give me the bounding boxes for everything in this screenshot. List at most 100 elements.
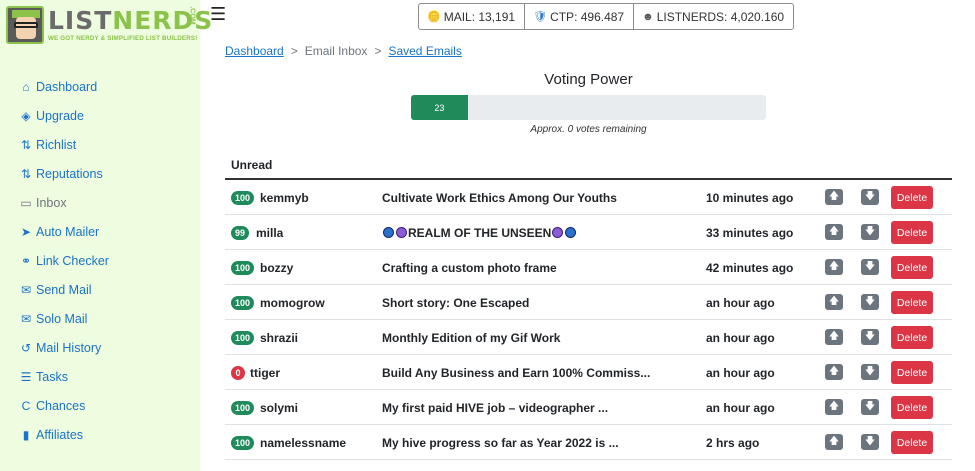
breadcrumb-dashboard[interactable]: Dashboard [225, 44, 284, 58]
sidebar-item-label: Auto Mailer [36, 224, 100, 239]
upvote-button[interactable]: 🡅 [825, 434, 843, 450]
delete-button[interactable]: Delete [891, 431, 933, 454]
sidebar-item-label: Solo Mail [36, 311, 88, 326]
sidebar-item-label: Mail History [36, 340, 102, 355]
delete-button[interactable]: Delete [891, 291, 933, 314]
layers-icon: ◈ [21, 108, 31, 123]
downvote-button[interactable]: 🡇 [861, 329, 879, 345]
ctp-balance[interactable]: 🛡 CTP: 496.487 [525, 4, 635, 29]
sidebar-item-dashboard[interactable]: ⌂ Dashboard [18, 72, 109, 101]
downvote-button[interactable]: 🡇 [861, 189, 879, 205]
sender-username[interactable]: kemmyb [260, 191, 309, 205]
email-subject[interactable]: Short story: One Escaped [382, 296, 529, 310]
email-subject[interactable]: Monthly Edition of my Gif Work [382, 331, 560, 345]
breadcrumb: Dashboard > Email Inbox > Saved Emails [225, 44, 462, 58]
table-row[interactable]: 100 solymi My first paid HIVE job – vide… [225, 390, 952, 425]
email-subject[interactable]: My first paid HIVE job – videographer ..… [382, 401, 608, 415]
menu-toggle-icon[interactable]: ☰ [210, 4, 226, 25]
blue-gem-icon [565, 227, 577, 238]
sidebar-item-richlist[interactable]: ⇅ Richlist [18, 130, 109, 159]
email-subject[interactable]: Cultivate Work Ethics Among Our Youths [382, 191, 617, 205]
sender-username[interactable]: shrazii [260, 331, 298, 345]
sidebar-item-label: Chances [36, 398, 86, 413]
delete-button[interactable]: Delete [891, 326, 933, 349]
downvote-button[interactable]: 🡇 [861, 399, 879, 415]
reputation-badge: 100 [231, 401, 255, 415]
sender-username[interactable]: bozzy [260, 261, 293, 275]
signal-icon: ▮ [22, 427, 30, 442]
received-time: 2 hrs ago [706, 436, 760, 450]
sender-username[interactable]: namelessname [260, 436, 346, 450]
upvote-button[interactable]: 🡅 [825, 364, 843, 380]
sidebar-item-tasks[interactable]: ☰ Tasks [18, 362, 109, 391]
sidebar-nav: ⌂ Dashboard ◈ Upgrade ⇅ Richlist ⇅ Reputatio… [18, 72, 109, 449]
delete-button[interactable]: Delete [891, 186, 933, 209]
upvote-button[interactable]: 🡅 [825, 224, 843, 240]
sidebar-item-send-mail[interactable]: ✉ Send Mail [18, 275, 109, 304]
table-row[interactable]: 99 milla REALM OF THE UNSEEN 33 minutes … [225, 215, 952, 250]
email-subject[interactable]: My hive progress so far as Year 2022 is … [382, 436, 619, 450]
ctp-token-icon: 🛡 [533, 11, 548, 23]
sidebar-item-affiliates[interactable]: ▮ Affiliates [18, 420, 109, 449]
main-content: ☰ 🪙 MAIL: 13,191 🛡 CTP: 496.487 ☻ LISTNERDS… [200, 0, 975, 471]
email-subject[interactable]: REALM OF THE UNSEEN [382, 226, 577, 240]
sender-username[interactable]: milla [256, 226, 283, 240]
balance-bar: 🪙 MAIL: 13,191 🛡 CTP: 496.487 ☻ LISTNERDS: … [418, 3, 795, 30]
reputation-badge: 99 [231, 226, 250, 240]
reputation-badge: 100 [231, 191, 255, 205]
inbox-table-header: Unread [225, 150, 952, 180]
breadcrumb-email-inbox: Email Inbox [304, 44, 368, 58]
delete-button[interactable]: Delete [891, 256, 933, 279]
downvote-button[interactable]: 🡇 [861, 434, 879, 450]
sidebar: LISTNERDS WE GOT NERDY & SIMPLIFIED LIST… [0, 0, 212, 471]
delete-button[interactable]: Delete [891, 396, 933, 419]
sidebar-item-label: Affiliates [36, 427, 84, 442]
upvote-button[interactable]: 🡅 [825, 294, 843, 310]
upvote-button[interactable]: 🡅 [825, 189, 843, 205]
delete-button[interactable]: Delete [891, 221, 933, 244]
sidebar-item-link-checker[interactable]: ⚭ Link Checker [18, 246, 109, 275]
downvote-button[interactable]: 🡇 [861, 224, 879, 240]
purple-gem-icon [396, 227, 407, 238]
upvote-button[interactable]: 🡅 [825, 329, 843, 345]
downvote-button[interactable]: 🡇 [861, 364, 879, 380]
received-time: an hour ago [706, 296, 775, 310]
table-row[interactable]: 100 namelessname My hive progress so far… [225, 425, 952, 460]
upvote-button[interactable]: 🡅 [825, 259, 843, 275]
received-time: 33 minutes ago [706, 226, 794, 240]
sort-icon: ⇅ [20, 166, 32, 181]
delete-button[interactable]: Delete [891, 361, 933, 384]
listnerds-logo[interactable]: LISTNERDS WE GOT NERDY & SIMPLIFIED LIST… [6, 6, 212, 46]
downvote-button[interactable]: 🡇 [861, 294, 879, 310]
sidebar-item-solo-mail[interactable]: ✉ Solo Mail [18, 304, 109, 333]
table-row[interactable]: 100 bozzy Crafting a custom photo frame … [225, 250, 952, 285]
breadcrumb-saved-emails[interactable]: Saved Emails [388, 44, 461, 58]
sidebar-item-label: Inbox [36, 195, 67, 210]
email-subject[interactable]: Crafting a custom photo frame [382, 261, 557, 275]
sidebar-item-label: Tasks [36, 369, 68, 384]
sidebar-item-inbox[interactable]: ▭ Inbox [18, 188, 109, 217]
paper-plane-icon: ➤ [20, 224, 32, 239]
table-row[interactable]: 100 momogrow Short story: One Escaped an… [225, 285, 952, 320]
received-time: 42 minutes ago [706, 261, 794, 275]
reputation-badge: 100 [231, 436, 255, 450]
sidebar-item-mail-history[interactable]: ↺ Mail History [18, 333, 109, 362]
listnerds-balance[interactable]: ☻ LISTNERDS: 4,020.160 [634, 4, 793, 29]
sidebar-item-auto-mailer[interactable]: ➤ Auto Mailer [18, 217, 109, 246]
sender-username[interactable]: ttiger [250, 366, 280, 380]
sidebar-item-chances[interactable]: C Chances [18, 391, 109, 420]
reputation-badge: 100 [231, 296, 255, 310]
email-subject[interactable]: Build Any Business and Earn 100% Commiss… [382, 366, 650, 380]
sidebar-item-reputations[interactable]: ⇅ Reputations [18, 159, 109, 188]
mail-balance[interactable]: 🪙 MAIL: 13,191 [419, 4, 526, 29]
sender-username[interactable]: momogrow [260, 296, 325, 310]
logo-com: .COM [188, 6, 196, 25]
downvote-button[interactable]: 🡇 [861, 259, 879, 275]
table-row[interactable]: 100 kemmyb Cultivate Work Ethics Among O… [225, 180, 952, 215]
table-row[interactable]: 0 ttiger Build Any Business and Earn 100… [225, 355, 952, 390]
table-row[interactable]: 100 shrazii Monthly Edition of my Gif Wo… [225, 320, 952, 355]
breadcrumb-separator: > [290, 44, 298, 58]
sidebar-item-upgrade[interactable]: ◈ Upgrade [18, 101, 109, 130]
upvote-button[interactable]: 🡅 [825, 399, 843, 415]
sender-username[interactable]: solymi [260, 401, 298, 415]
